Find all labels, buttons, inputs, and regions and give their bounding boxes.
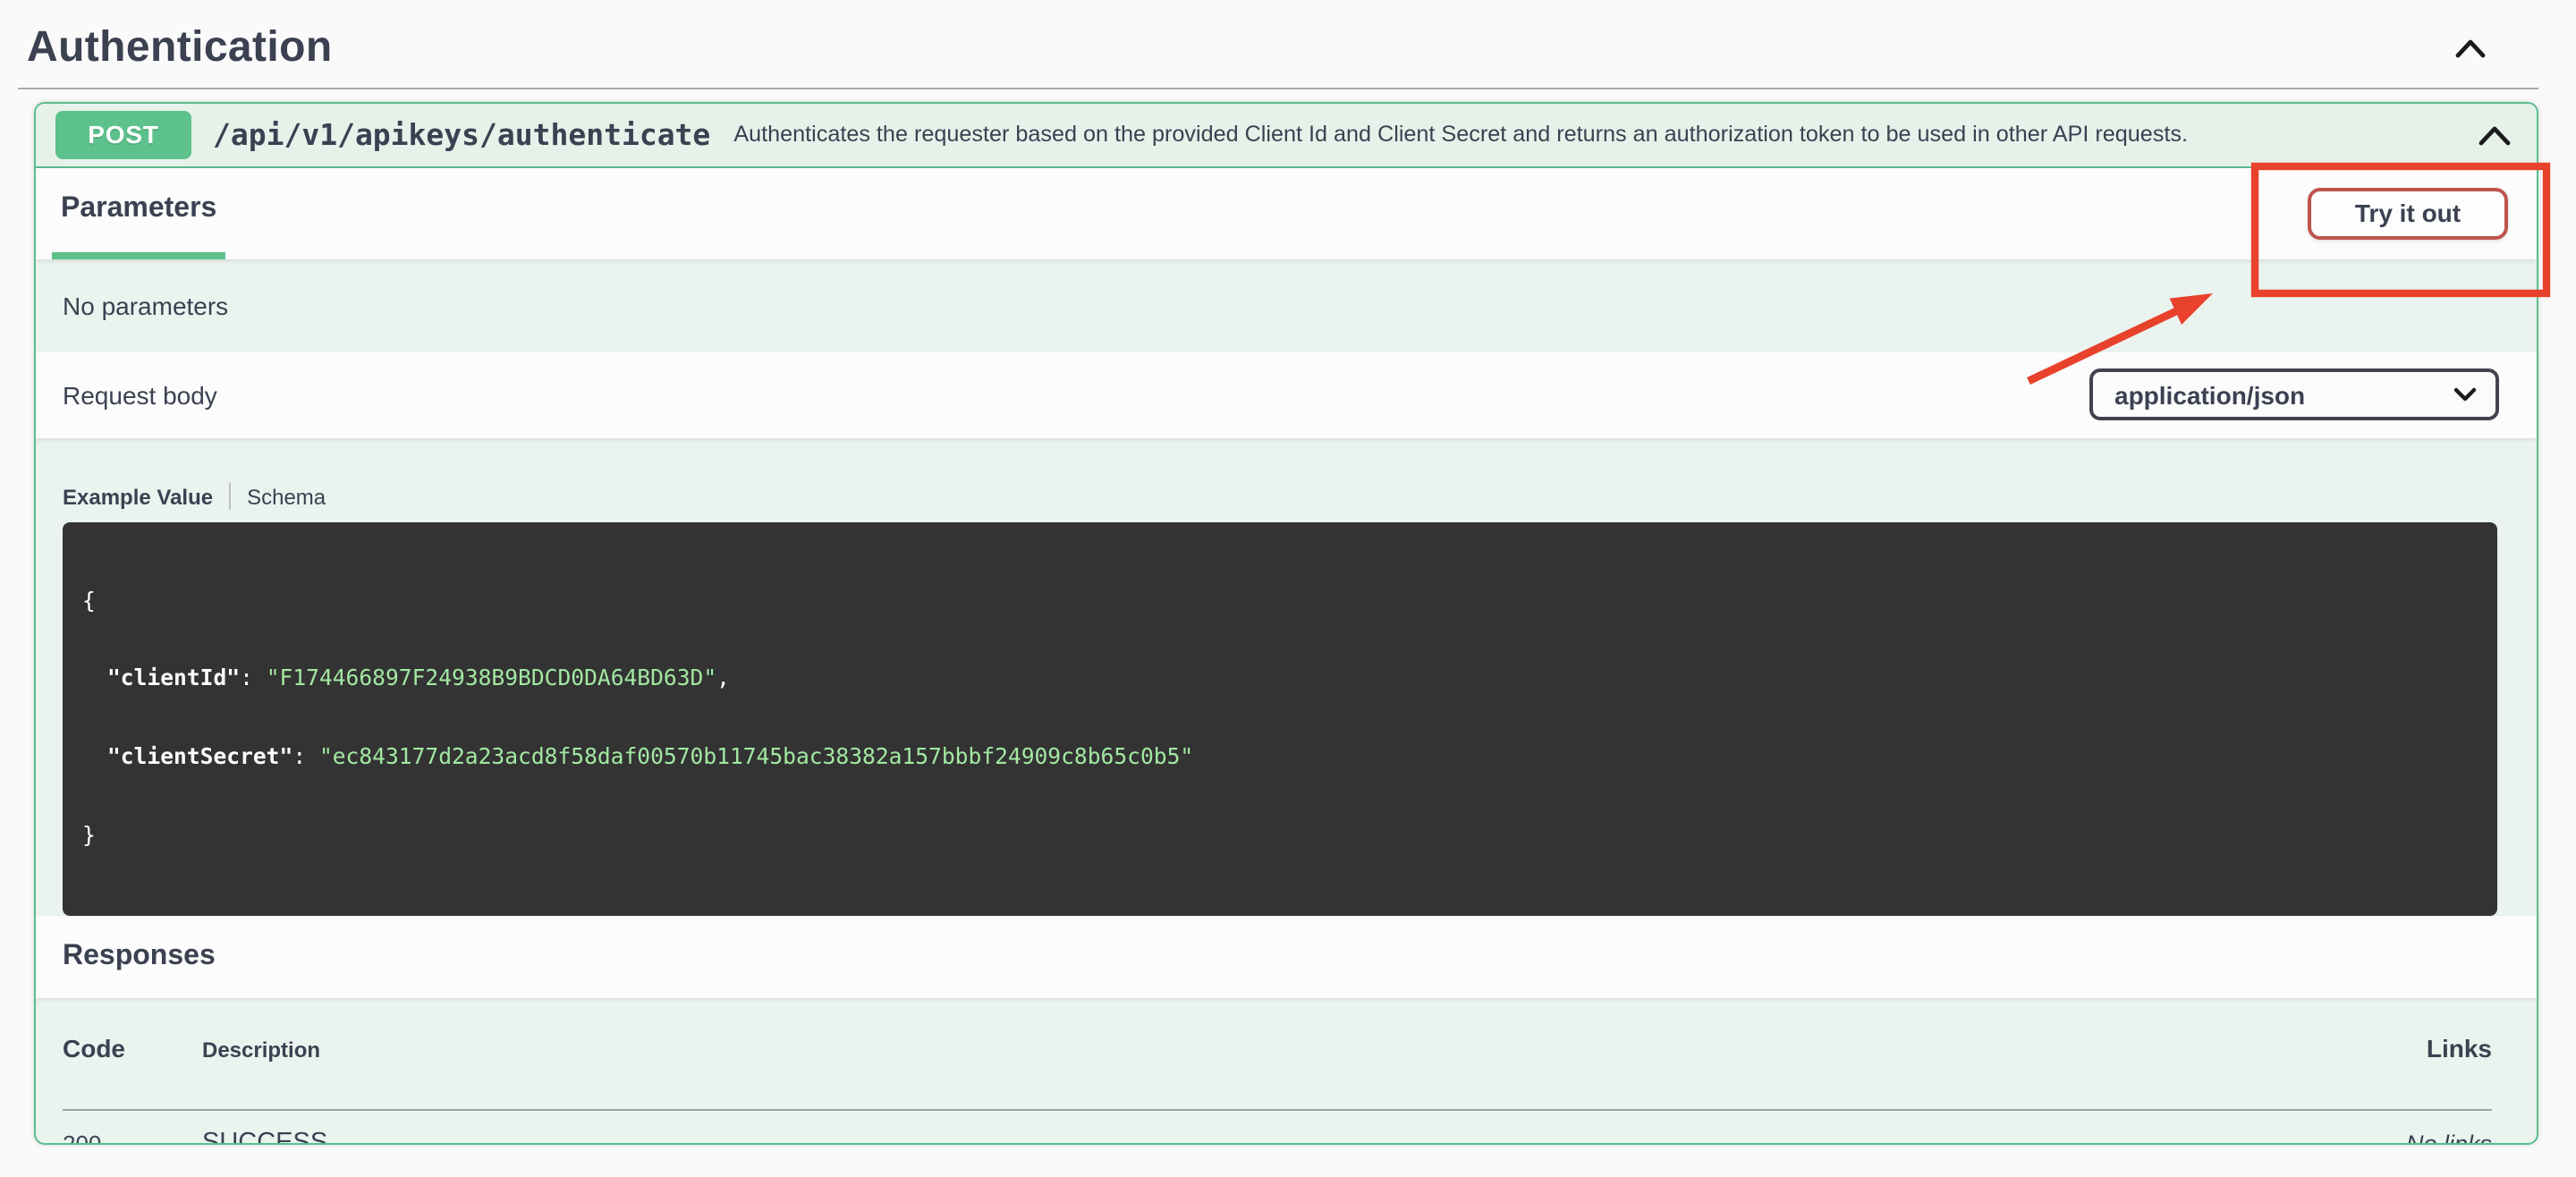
column-header-description: Description [202, 1037, 2427, 1063]
page-title: Authentication [27, 23, 333, 73]
response-code: 200 [63, 1130, 202, 1144]
opblock-post-authenticate: POST /api/v1/apikeys/authenticate Authen… [34, 101, 2538, 1144]
content-type-selected-value: application/json [2114, 381, 2453, 410]
response-row-200: 200 SUCCESS No links [63, 1111, 2492, 1144]
response-description: SUCCESS [202, 1130, 2406, 1144]
responses-title: Responses [63, 941, 216, 973]
response-links: No links [2406, 1130, 2492, 1144]
responses-table: Code Description Links 200 SUCCESS No li… [36, 998, 2537, 1144]
no-parameters-text: No parameters [63, 292, 228, 320]
chevron-up-icon [2454, 38, 2487, 59]
http-method-badge: POST [55, 110, 191, 158]
tab-divider [229, 483, 231, 510]
endpoint-path: /api/v1/apikeys/authenticate [213, 117, 710, 151]
chevron-up-icon [2478, 123, 2512, 146]
chevron-down-icon [2453, 387, 2478, 403]
content-type-select[interactable]: application/json [2089, 369, 2499, 421]
tab-example-value[interactable]: Example Value [63, 484, 213, 509]
example-json-code-block: { "clientId": "F174466897F24938B9BDCD0DA… [63, 521, 2497, 916]
parameters-tab-label: Parameters [61, 193, 216, 225]
section-collapse-button[interactable] [2451, 34, 2490, 63]
opblock-summary[interactable]: POST /api/v1/apikeys/authenticate Authen… [36, 103, 2537, 167]
tab-parameters[interactable]: Parameters [52, 167, 225, 258]
column-header-code: Code [63, 1034, 202, 1063]
swagger-page: Authentication POST /api/v1/apikeys/auth… [0, 0, 2576, 1177]
operation-collapse-button[interactable] [2474, 119, 2515, 149]
no-parameters-row: No parameters [36, 258, 2537, 352]
try-it-out-button[interactable]: Try it out [2308, 187, 2508, 239]
tab-schema[interactable]: Schema [247, 484, 326, 509]
responses-header-row: Responses [36, 916, 2537, 998]
request-body-example-section: Example Value Schema { "clientId": "F174… [36, 437, 2537, 916]
json-field-clientsecret: "clientSecret": "ec843177d2a23acd8f58daf… [82, 745, 2478, 771]
section-header: Authentication [27, 0, 2490, 82]
parameters-section-header: Parameters Try it out [36, 167, 2537, 258]
json-open-brace: { [82, 588, 96, 613]
section-divider [18, 88, 2538, 89]
endpoint-description: Authenticates the requester based on the… [733, 122, 2188, 147]
column-header-links: Links [2427, 1034, 2492, 1063]
json-close-brace: } [82, 823, 96, 848]
responses-table-header: Code Description Links [63, 1034, 2492, 1080]
json-field-clientid: "clientId": "F174466897F24938B9BDCD0DA64… [82, 666, 2478, 692]
request-body-header: Request body application/json [36, 352, 2537, 437]
model-example-tabs: Example Value Schema [63, 484, 2501, 509]
request-body-label: Request body [63, 381, 217, 410]
